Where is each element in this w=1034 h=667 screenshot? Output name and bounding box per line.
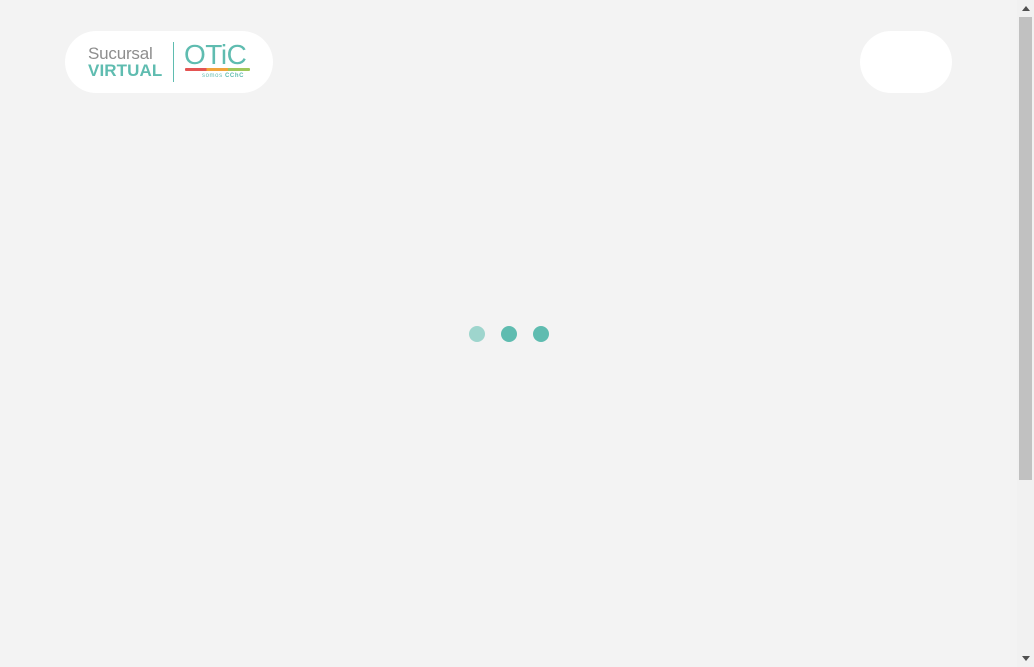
logo-pill[interactable]: Sucursal VIRTUAL OTiC somos CChC (65, 31, 273, 93)
loader-dot-3 (533, 326, 549, 342)
scroll-up-arrow-icon[interactable] (1017, 0, 1034, 17)
page: Sucursal VIRTUAL OTiC somos CChC (0, 0, 1034, 667)
scrollbar-thumb[interactable] (1019, 17, 1032, 480)
loading-dots-icon (469, 326, 551, 342)
loader-dot-1 (469, 326, 485, 342)
logo-line-sucursal: Sucursal (88, 44, 153, 63)
scroll-down-arrow-icon[interactable] (1017, 650, 1034, 667)
vertical-scrollbar[interactable] (1017, 0, 1034, 667)
loader-dot-2 (501, 326, 517, 342)
otic-brand-word: OTiC (184, 39, 247, 70)
otic-color-bar (185, 68, 250, 71)
sucursal-virtual-logo: Sucursal VIRTUAL (88, 45, 162, 79)
logo-line-virtual: VIRTUAL (88, 61, 163, 80)
viewport: Sucursal VIRTUAL OTiC somos CChC (0, 0, 1017, 667)
otic-tagline-prefix: somos (202, 73, 223, 79)
logo-divider (173, 42, 174, 82)
header-right-pill[interactable] (860, 31, 952, 93)
otic-tagline: somos CChC (202, 73, 244, 79)
otic-tagline-brand: CChC (224, 73, 245, 79)
